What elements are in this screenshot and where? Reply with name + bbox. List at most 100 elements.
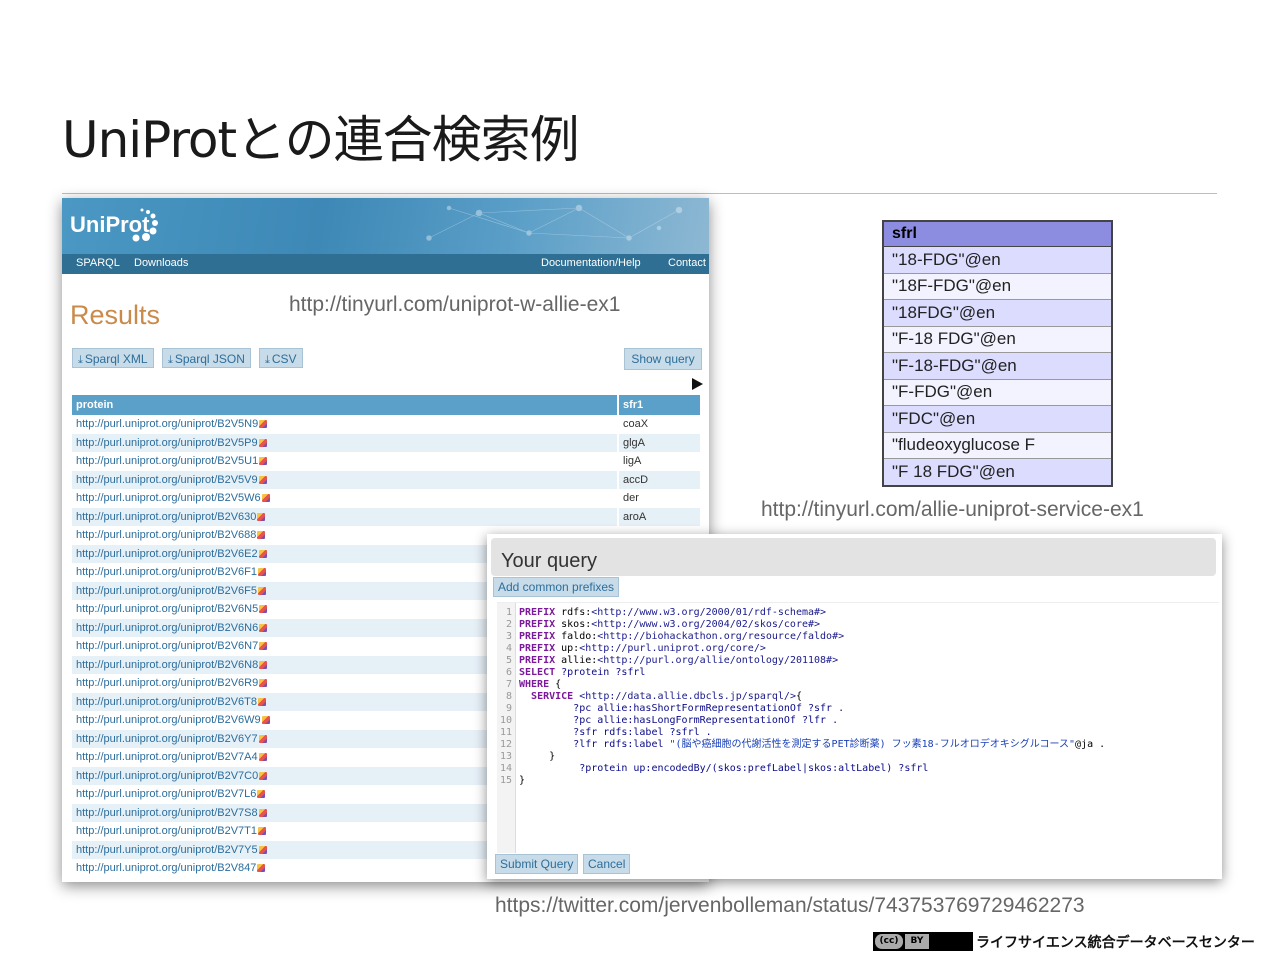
protein-uri-link[interactable]: http://purl.uniprot.org/uniprot/B2V6N6	[76, 622, 258, 634]
linked-data-cube-icon[interactable]	[261, 716, 270, 724]
protein-uri-link[interactable]: http://purl.uniprot.org/uniprot/B2V7Y5	[76, 844, 258, 856]
protein-uri-link[interactable]: http://purl.uniprot.org/uniprot/B2V6W9	[76, 714, 261, 726]
protein-uri-link[interactable]: http://purl.uniprot.org/uniprot/B2V6N7	[76, 640, 258, 652]
code-line: 13 }	[497, 751, 1217, 763]
code-token: WHERE	[519, 679, 550, 690]
code-token: skos:	[555, 619, 592, 630]
table-row: http://purl.uniprot.org/uniprot/B2V5N9 co…	[72, 415, 702, 434]
protein-uri-link[interactable]: http://purl.uniprot.org/uniprot/B2V7T1	[76, 825, 257, 837]
line-number: 9	[505, 703, 512, 714]
sfr1-cell: glgA	[618, 433, 702, 452]
code-token: <http://www.w3.org/2004/02/skos/core#>	[591, 619, 821, 630]
linked-data-cube-icon[interactable]	[258, 845, 267, 854]
code-token: "(脳や癌細胞の代謝活性を測定するPET診断薬) フッ素18-フルオロデオキシグ…	[669, 739, 1076, 750]
query-title: Your query	[501, 550, 597, 572]
linked-data-cube-icon[interactable]	[258, 586, 266, 595]
code-line: 11 ?sfr rdfs:label ?sfrl .	[497, 727, 1217, 739]
twitter-url-caption: https://twitter.com/jervenbolleman/statu…	[495, 894, 1085, 917]
by-icon: BY	[905, 934, 929, 949]
line-number: 1	[505, 607, 512, 618]
linked-data-cube-icon[interactable]	[258, 827, 266, 835]
table-row: "F 18 FDG"@en	[883, 458, 1112, 486]
code-token: <http://purl.uniprot.org/core/>	[579, 643, 766, 654]
protein-uri-link[interactable]: http://purl.uniprot.org/uniprot/B2V6Y7	[76, 733, 258, 745]
code-line: 1 PREFIX rdfs:<http://www.w3.org/2000/01/…	[497, 607, 1217, 619]
protein-uri-cell[interactable]: http://purl.uniprot.org/uniprot/B2V630	[72, 507, 619, 526]
protein-uri-link[interactable]: http://purl.uniprot.org/uniprot/B2V7C0	[76, 770, 258, 782]
linked-data-cube-icon[interactable]	[259, 642, 268, 650]
linked-data-cube-icon[interactable]	[258, 549, 267, 558]
column-header-sfr1[interactable]: sfr1	[618, 395, 702, 415]
sparql-query-editor[interactable]: 1 PREFIX rdfs:<http://www.w3.org/2000/01/…	[497, 602, 1219, 853]
csv-button[interactable]: ⤓ CSV	[259, 348, 303, 368]
protein-uri-link[interactable]: http://purl.uniprot.org/uniprot/B2V6N5	[76, 603, 258, 615]
protein-uri-link[interactable]: http://purl.uniprot.org/uniprot/B2V7L6	[76, 788, 256, 800]
linked-data-cube-icon[interactable]	[258, 438, 267, 447]
protein-uri-link[interactable]: http://purl.uniprot.org/uniprot/B2V5U1	[76, 455, 258, 467]
protein-uri-link[interactable]: http://purl.uniprot.org/uniprot/B2V6F5	[76, 585, 257, 597]
linked-data-cube-icon[interactable]	[259, 660, 268, 669]
linked-data-cube-icon[interactable]	[259, 457, 268, 465]
protein-uri-cell[interactable]: http://purl.uniprot.org/uniprot/B2V5N9	[72, 415, 619, 434]
code-line: 3 PREFIX faldo:<http://biohackathon.org/r…	[497, 631, 1217, 643]
protein-uri-link[interactable]: http://purl.uniprot.org/uniprot/B2V847	[76, 862, 256, 874]
linked-data-cube-icon[interactable]	[257, 512, 266, 521]
nav-contact-link[interactable]: Contact	[668, 257, 706, 269]
protein-uri-cell[interactable]: http://purl.uniprot.org/uniprot/B2V5U1	[72, 452, 619, 471]
submit-query-button[interactable]: Submit Query	[495, 854, 579, 874]
protein-uri-link[interactable]: http://purl.uniprot.org/uniprot/B2V6T8	[76, 696, 257, 708]
linked-data-cube-icon[interactable]	[257, 864, 266, 872]
table-row: "F-FDG"@en	[883, 378, 1112, 406]
protein-uri-link[interactable]: http://purl.uniprot.org/uniprot/B2V688	[76, 529, 256, 541]
protein-uri-link[interactable]: http://purl.uniprot.org/uniprot/B2V630	[76, 511, 256, 523]
linked-data-cube-icon[interactable]	[257, 790, 266, 798]
protein-uri-link[interactable]: http://purl.uniprot.org/uniprot/B2V6E2	[76, 548, 258, 560]
linked-data-cube-icon[interactable]	[259, 420, 268, 428]
column-header-protein[interactable]: protein	[72, 395, 619, 415]
code-line: 7 WHERE {	[497, 679, 1217, 691]
network-mesh-graphic	[426, 204, 683, 241]
protein-uri-cell[interactable]: http://purl.uniprot.org/uniprot/B2V5P9	[72, 433, 619, 452]
code-token: <http://www.w3.org/2000/01/rdf-schema#>	[591, 607, 827, 618]
add-common-prefixes-button[interactable]: Add common prefixes	[493, 577, 620, 597]
code-token: faldo:	[555, 631, 598, 642]
linked-data-cube-icon[interactable]	[259, 605, 268, 613]
protein-uri-link[interactable]: http://purl.uniprot.org/uniprot/B2V7S8	[76, 807, 258, 819]
sfrl-cell: "fludeoxyglucose F	[883, 431, 1112, 459]
protein-uri-link[interactable]: http://purl.uniprot.org/uniprot/B2V5N9	[76, 418, 258, 430]
linked-data-cube-icon[interactable]	[261, 494, 270, 502]
code-line: 4 PREFIX up:<http://purl.uniprot.org/core…	[497, 643, 1217, 655]
code-token: {	[549, 679, 562, 690]
nav-downloads-link[interactable]: Downloads	[134, 257, 188, 269]
protein-uri-cell[interactable]: http://purl.uniprot.org/uniprot/B2V5V9	[72, 470, 619, 489]
sfr1-cell: ligA	[618, 452, 702, 471]
protein-uri-cell[interactable]: http://purl.uniprot.org/uniprot/B2V5W6	[72, 489, 619, 508]
protein-uri-link[interactable]: http://purl.uniprot.org/uniprot/B2V7A4	[76, 751, 258, 763]
code-token: ?pc allie:hasLongFormRepresentationOf ?l…	[519, 715, 839, 726]
show-query-button[interactable]: Show query	[624, 348, 702, 370]
linked-data-cube-icon[interactable]	[258, 808, 267, 817]
sparql-xml-button[interactable]: ⤓ Sparql XML	[72, 348, 154, 368]
linked-data-cube-icon[interactable]	[259, 623, 268, 632]
protein-uri-link[interactable]: http://purl.uniprot.org/uniprot/B2V6R9	[76, 677, 258, 689]
protein-uri-link[interactable]: http://purl.uniprot.org/uniprot/B2V5W6	[76, 492, 261, 504]
linked-data-cube-icon[interactable]	[258, 753, 267, 761]
linked-data-cube-icon[interactable]	[258, 734, 267, 743]
linked-data-cube-icon[interactable]	[258, 697, 266, 706]
protein-uri-link[interactable]: http://purl.uniprot.org/uniprot/B2V5P9	[76, 437, 258, 449]
table-row: "F-18-FDG"@en	[883, 352, 1112, 379]
play-arrow-icon[interactable]	[692, 378, 703, 390]
results-url-caption: http://tinyurl.com/uniprot-w-allie-ex1	[289, 293, 621, 316]
linked-data-cube-icon[interactable]	[259, 679, 268, 687]
nav-sparql-link[interactable]: SPARQL	[76, 257, 120, 269]
linked-data-cube-icon[interactable]	[259, 771, 268, 780]
sparql-json-button[interactable]: ⤓ Sparql JSON	[162, 348, 251, 368]
linked-data-cube-icon[interactable]	[257, 531, 266, 539]
linked-data-cube-icon[interactable]	[258, 475, 267, 484]
linked-data-cube-icon[interactable]	[258, 568, 266, 576]
protein-uri-link[interactable]: http://purl.uniprot.org/uniprot/B2V5V9	[76, 474, 258, 486]
protein-uri-link[interactable]: http://purl.uniprot.org/uniprot/B2V6N8	[76, 659, 258, 671]
cancel-button[interactable]: Cancel	[583, 854, 631, 874]
nav-documentation-link[interactable]: Documentation/Help	[541, 257, 641, 269]
protein-uri-link[interactable]: http://purl.uniprot.org/uniprot/B2V6F1	[76, 566, 257, 578]
